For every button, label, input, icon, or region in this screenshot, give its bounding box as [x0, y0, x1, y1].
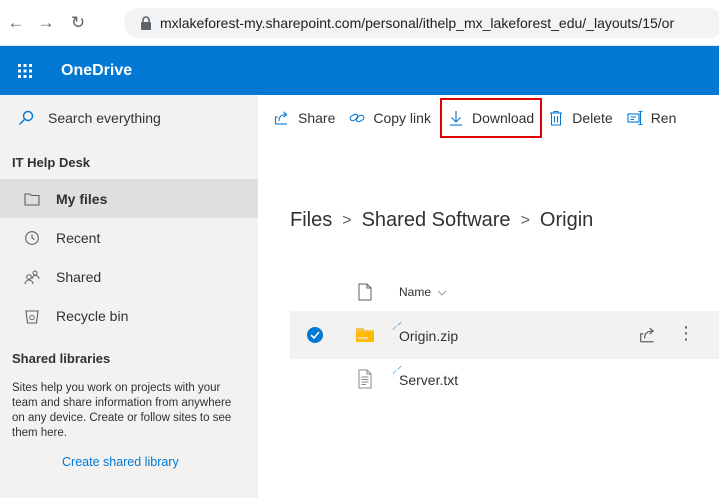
checkmark-icon[interactable]: [307, 327, 323, 343]
search-placeholder: Search everything: [48, 110, 161, 126]
lock-icon: [141, 16, 151, 30]
table-row[interactable]: ⸝⸍ Server.txt: [290, 355, 719, 403]
folder-icon: [24, 191, 40, 207]
file-type-header-icon[interactable]: [358, 283, 372, 301]
url-text: mxlakeforest-my.sharepoint.com/personal/…: [160, 15, 675, 31]
recycle-bin-icon: [24, 308, 40, 324]
share-icon: [274, 110, 290, 126]
name-column-header[interactable]: Name: [399, 285, 447, 299]
sidebar-item-recycle-bin[interactable]: Recycle bin: [0, 296, 258, 335]
app-launcher-icon[interactable]: [0, 46, 49, 95]
share-label: Share: [298, 110, 336, 126]
sidebar-item-label: Recent: [56, 229, 101, 246]
sidebar-item-recent[interactable]: Recent: [0, 218, 258, 257]
more-options-icon[interactable]: ⋮: [677, 323, 695, 344]
link-icon: [349, 110, 365, 126]
table-row[interactable]: ⸝⸍ Origin.zip ⋮: [290, 311, 719, 359]
zip-file-icon: [356, 328, 374, 342]
sidebar-item-label: Shared: [56, 268, 102, 285]
file-name[interactable]: Server.txt: [399, 372, 458, 388]
address-bar[interactable]: mxlakeforest-my.sharepoint.com/personal/…: [124, 8, 719, 38]
copy-link-button[interactable]: Copy link: [349, 95, 431, 141]
command-bar: Share Copy link Download Delete Ren: [258, 95, 719, 141]
share-button[interactable]: Share: [274, 95, 335, 141]
create-shared-library-link[interactable]: Create shared library: [0, 455, 258, 469]
left-navigation: Search everything IT Help Desk My files …: [0, 95, 258, 498]
file-list-header: Name: [290, 276, 719, 310]
shared-libraries-description: Sites help you work on projects with you…: [12, 382, 232, 439]
suite-header: OneDrive: [0, 46, 719, 95]
reload-icon[interactable]: ↻: [66, 11, 90, 35]
file-name[interactable]: Origin.zip: [399, 328, 458, 344]
text-file-icon: [358, 369, 372, 389]
download-icon: [448, 110, 464, 126]
download-button[interactable]: Download: [439, 98, 543, 138]
rename-icon: [627, 110, 643, 126]
people-icon: [24, 269, 40, 285]
breadcrumb-separator-icon: >: [520, 211, 530, 229]
sidebar-item-shared[interactable]: Shared: [0, 257, 258, 296]
search-input[interactable]: Search everything: [0, 95, 258, 141]
rename-button[interactable]: Ren: [627, 95, 677, 141]
breadcrumb-origin: Origin: [539, 209, 594, 231]
forward-arrow-icon[interactable]: →: [34, 11, 58, 35]
breadcrumb-separator-icon: >: [342, 211, 352, 229]
search-icon: [19, 110, 34, 125]
sidebar-item-label: Recycle bin: [56, 307, 129, 324]
section-title-shared-libraries: Shared libraries: [12, 350, 111, 366]
browser-toolbar: ← → ↻ mxlakeforest-my.sharepoint.com/per…: [0, 0, 719, 46]
delete-label: Delete: [572, 110, 613, 126]
breadcrumb-files[interactable]: Files: [290, 209, 332, 232]
copy-link-label: Copy link: [373, 110, 431, 126]
chevron-down-icon: [437, 285, 447, 299]
share-icon[interactable]: [639, 326, 657, 344]
sidebar-item-my-files[interactable]: My files: [0, 179, 258, 218]
download-label: Download: [471, 110, 535, 126]
breadcrumb-shared-software[interactable]: Shared Software: [362, 209, 511, 232]
breadcrumb: Files > Shared Software > Origin: [290, 209, 593, 232]
clock-icon: [24, 230, 40, 246]
back-arrow-icon[interactable]: ←: [4, 11, 28, 35]
section-title-it-help-desk: IT Help Desk: [12, 154, 91, 170]
trash-icon: [548, 110, 564, 126]
name-column-label: Name: [399, 285, 432, 299]
sidebar-item-label: My files: [56, 190, 108, 207]
rename-label: Ren: [650, 110, 677, 126]
app-title[interactable]: OneDrive: [61, 62, 132, 80]
delete-button[interactable]: Delete: [548, 95, 613, 141]
